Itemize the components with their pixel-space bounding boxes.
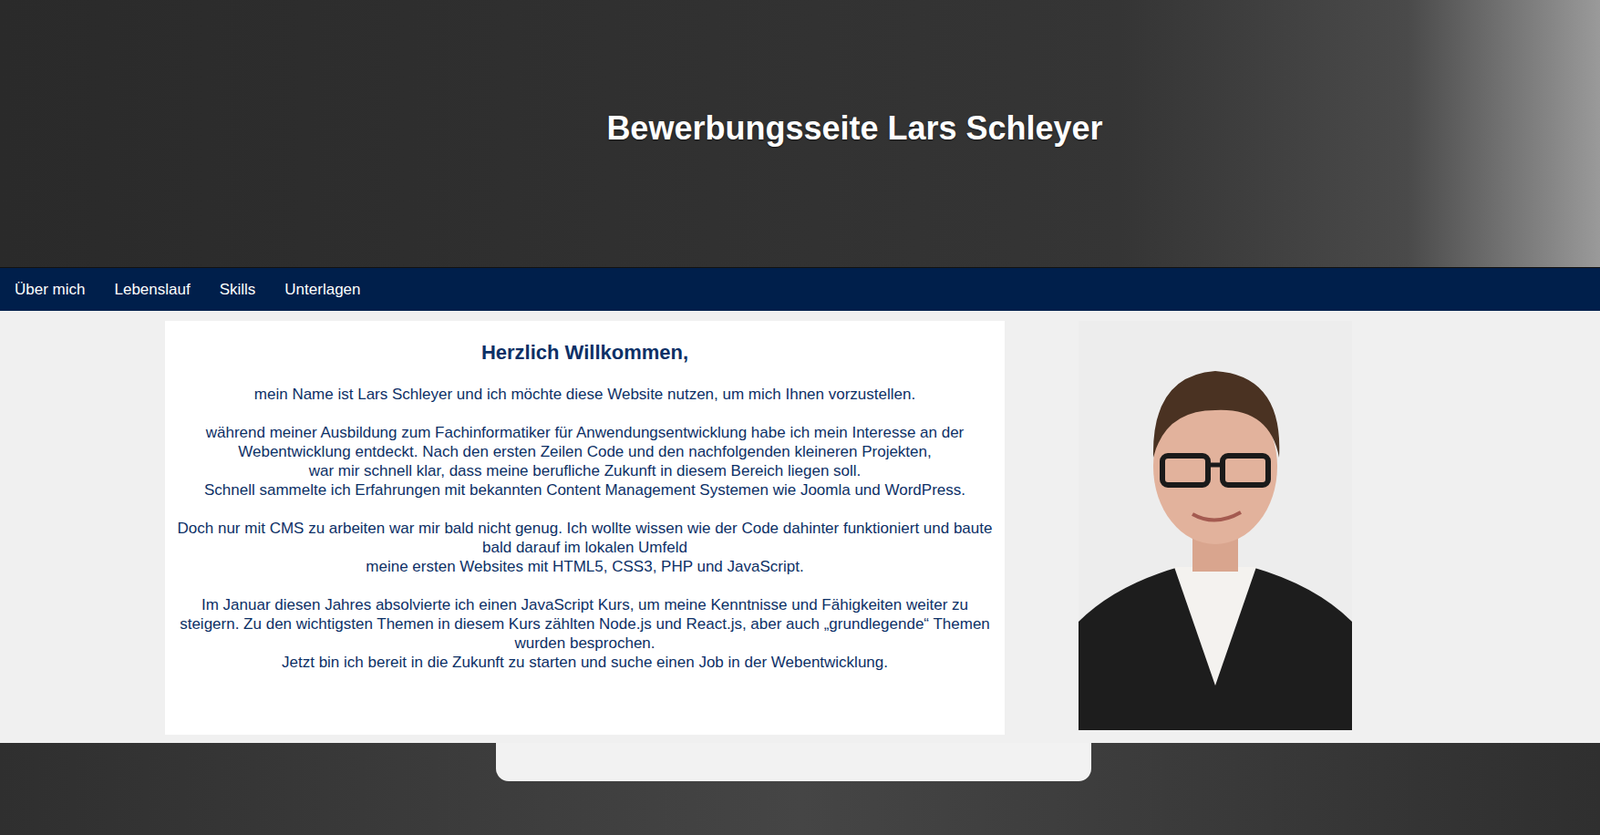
footer-banner: [0, 743, 1600, 835]
main-nav: Über mich Lebenslauf Skills Unterlagen: [0, 267, 1600, 311]
nav-link[interactable]: Über mich: [14, 280, 85, 300]
paragraph-line: Doch nur mit CMS zu arbeiten war mir bal…: [177, 519, 993, 557]
laptop-shape: [495, 743, 1092, 782]
nav-link[interactable]: Lebenslauf: [113, 280, 190, 300]
paragraph-line: mein Name ist Lars Schleyer und ich möch…: [254, 385, 916, 403]
welcome-paragraph: während meiner Ausbildung zum Fachinform…: [175, 423, 994, 500]
paragraph-line: meine ersten Websites mit HTML5, CSS3, P…: [365, 557, 804, 576]
page-title: Bewerbungsseite Lars Schleyer: [606, 109, 1103, 148]
paragraph-line: Jetzt bin ich bereit in die Zukunft zu s…: [281, 653, 888, 671]
paragraph-line: Schnell sammelte ich Erfahrungen mit bek…: [204, 481, 966, 499]
header-banner: Bewerbungsseite Lars Schleyer: [0, 0, 1600, 268]
main-content: Herzlich Willkommen, mein Name ist Lars S…: [0, 310, 1600, 744]
welcome-card: Herzlich Willkommen, mein Name ist Lars S…: [165, 320, 1005, 735]
welcome-heading: Herzlich Willkommen,: [175, 340, 994, 365]
welcome-paragraph: mein Name ist Lars Schleyer und ich möch…: [175, 384, 994, 404]
paragraph-line: war mir schnell klar, dass meine berufli…: [309, 462, 862, 480]
nav-link[interactable]: Unterlagen: [284, 280, 361, 300]
welcome-paragraph: Doch nur mit CMS zu arbeiten war mir bal…: [175, 518, 994, 577]
paragraph-line: während meiner Ausbildung zum Fachinform…: [206, 423, 965, 461]
profile-photo: [1078, 320, 1353, 731]
nav-link[interactable]: Skills: [219, 280, 257, 300]
paragraph-line: Im Januar diesen Jahres absolvierte ich …: [179, 596, 991, 652]
welcome-paragraph: Im Januar diesen Jahres absolvierte ich …: [175, 595, 994, 672]
